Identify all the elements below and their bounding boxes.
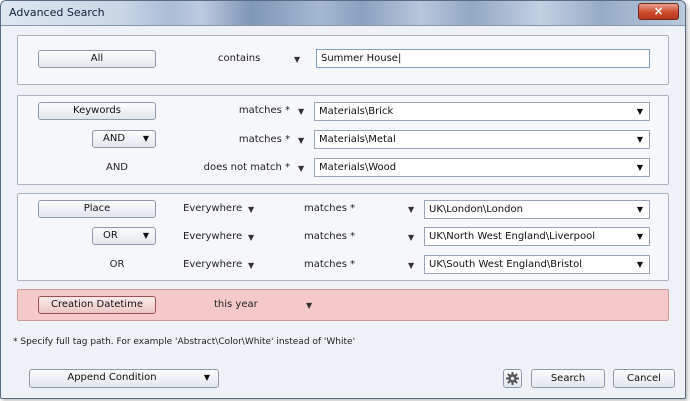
all-value-text: Summer House	[321, 53, 398, 64]
chevron-down-icon[interactable]: ▼	[637, 228, 643, 245]
condition-group-place: Place Everywhere ▼ matches * ▼ UK\London…	[17, 193, 669, 281]
chevron-down-icon[interactable]: ▼	[408, 261, 414, 271]
keywords-value-3[interactable]: Materials\Wood ▼	[314, 158, 650, 177]
place-value-3-text: UK\South West England\Bristol	[429, 259, 582, 270]
keywords-value-3-text: Materials\Wood	[319, 162, 397, 173]
advanced-search-dialog: Advanced Search × All contains ▼ Summer …	[0, 0, 686, 399]
chevron-down-icon: ▼	[203, 373, 210, 382]
append-condition-label: Append Condition	[67, 372, 157, 383]
keywords-connector-value: AND	[103, 133, 126, 144]
place-connector-label: OR	[109, 259, 125, 270]
chevron-down-icon[interactable]: ▼	[637, 201, 643, 218]
chevron-down-icon[interactable]: ▼	[298, 136, 304, 146]
chevron-down-icon[interactable]: ▼	[408, 205, 414, 215]
keywords-operator-3[interactable]: does not match *	[178, 162, 290, 174]
keywords-connector-label: AND	[105, 162, 129, 173]
chevron-down-icon[interactable]: ▼	[248, 205, 254, 215]
chevron-down-icon[interactable]: ▼	[298, 107, 304, 117]
chevron-down-icon: ▼	[142, 231, 149, 240]
keywords-operator-1[interactable]: matches *	[198, 105, 290, 117]
chevron-down-icon[interactable]: ▼	[637, 131, 643, 148]
cancel-button[interactable]: Cancel	[613, 369, 675, 388]
keywords-value-2-text: Materials\Metal	[319, 134, 396, 145]
close-icon: ×	[653, 4, 664, 18]
place-field-button[interactable]: Place	[38, 200, 156, 218]
all-operator-label[interactable]: contains	[218, 53, 260, 65]
chevron-down-icon[interactable]: ▼	[306, 301, 312, 311]
keywords-connector-dropdown[interactable]: AND ▼	[92, 130, 156, 148]
place-scope-1[interactable]: Everywhere	[183, 203, 242, 215]
place-operator-2[interactable]: matches *	[304, 231, 355, 243]
title-bar[interactable]: Advanced Search ×	[1, 1, 685, 26]
close-button[interactable]: ×	[638, 3, 679, 20]
creation-datetime-operator[interactable]: this year	[214, 299, 258, 311]
chevron-down-icon[interactable]: ▼	[248, 261, 254, 271]
condition-group-all: All contains ▼ Summer House|	[17, 35, 669, 85]
text-cursor: |	[397, 53, 402, 64]
chevron-down-icon[interactable]: ▼	[408, 233, 414, 243]
condition-group-creation-datetime: Creation Datetime this year ▼	[17, 289, 669, 321]
tag-path-hint: * Specify full tag path. For example 'Ab…	[13, 337, 356, 347]
window-title: Advanced Search	[9, 6, 105, 19]
place-value-1[interactable]: UK\London\London ▼	[424, 200, 650, 219]
keywords-operator-2[interactable]: matches *	[198, 134, 290, 146]
condition-group-keywords: Keywords matches * ▼ Materials\Brick ▼ AN…	[17, 95, 669, 185]
chevron-down-icon[interactable]: ▼	[298, 164, 304, 174]
chevron-down-icon[interactable]: ▼	[248, 233, 254, 243]
append-condition-dropdown[interactable]: Append Condition ▼	[29, 369, 219, 388]
place-value-1-text: UK\London\London	[429, 204, 523, 215]
all-field-button[interactable]: All	[38, 50, 156, 68]
all-value-input[interactable]: Summer House|	[316, 49, 650, 68]
keywords-value-1-text: Materials\Brick	[319, 106, 394, 117]
gear-icon	[506, 372, 519, 385]
chevron-down-icon[interactable]: ▼	[294, 55, 300, 65]
place-value-2[interactable]: UK\North West England\Liverpool ▼	[424, 227, 650, 246]
chevron-down-icon[interactable]: ▼	[637, 103, 643, 120]
place-connector-dropdown[interactable]: OR ▼	[92, 227, 156, 245]
keywords-field-button[interactable]: Keywords	[38, 102, 156, 120]
place-value-3[interactable]: UK\South West England\Bristol ▼	[424, 255, 650, 274]
chevron-down-icon: ▼	[142, 134, 149, 143]
place-operator-3[interactable]: matches *	[304, 259, 355, 271]
keywords-value-2[interactable]: Materials\Metal ▼	[314, 130, 650, 149]
place-scope-3[interactable]: Everywhere	[183, 259, 242, 271]
place-operator-1[interactable]: matches *	[304, 203, 355, 215]
place-value-2-text: UK\North West England\Liverpool	[429, 231, 596, 242]
chevron-down-icon[interactable]: ▼	[637, 159, 643, 176]
place-connector-value: OR	[103, 230, 118, 241]
chevron-down-icon[interactable]: ▼	[637, 256, 643, 273]
keywords-value-1[interactable]: Materials\Brick ▼	[314, 102, 650, 121]
settings-button[interactable]	[503, 369, 522, 388]
place-scope-2[interactable]: Everywhere	[183, 231, 242, 243]
search-button[interactable]: Search	[531, 369, 605, 388]
creation-datetime-field-button[interactable]: Creation Datetime	[38, 296, 156, 314]
